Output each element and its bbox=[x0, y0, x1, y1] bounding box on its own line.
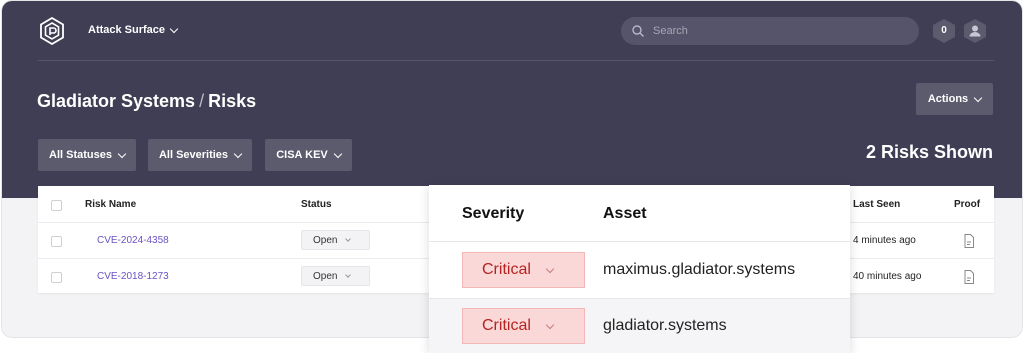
status-value: Open bbox=[313, 270, 338, 282]
status-value: Open bbox=[313, 234, 338, 246]
column-status[interactable]: Status bbox=[301, 199, 332, 210]
app-name-label: Attack Surface bbox=[88, 24, 166, 36]
file-icon[interactable] bbox=[962, 233, 976, 249]
chevron-down-icon bbox=[545, 320, 555, 329]
user-avatar[interactable] bbox=[963, 18, 987, 44]
filter-severities-label: All Severities bbox=[158, 149, 229, 161]
row-divider bbox=[429, 241, 850, 242]
filter-cisa-kev[interactable]: CISA KEV bbox=[265, 139, 352, 171]
breadcrumb-org[interactable]: Gladiator Systems bbox=[37, 91, 195, 111]
severity-value: Critical bbox=[482, 317, 531, 334]
header-divider bbox=[38, 60, 994, 61]
chevron-down-icon bbox=[333, 149, 343, 158]
logo-icon[interactable] bbox=[38, 17, 66, 45]
chevron-down-icon bbox=[545, 264, 555, 273]
actions-label: Actions bbox=[927, 93, 969, 105]
app-switcher[interactable]: Attack Surface bbox=[88, 24, 179, 36]
column-asset[interactable]: Asset bbox=[603, 205, 647, 223]
last-seen-value: 40 minutes ago bbox=[853, 271, 922, 282]
chevron-down-icon bbox=[973, 93, 983, 102]
breadcrumb-separator: / bbox=[199, 91, 205, 111]
search-bar[interactable] bbox=[621, 17, 919, 45]
severity-dropdown[interactable]: Critical bbox=[462, 252, 585, 288]
notification-count: 0 bbox=[941, 25, 947, 36]
filter-severities[interactable]: All Severities bbox=[148, 139, 252, 171]
asset-value[interactable]: gladiator.systems bbox=[603, 317, 727, 335]
breadcrumb-section: Risks bbox=[208, 91, 257, 111]
row-checkbox[interactable] bbox=[51, 236, 62, 247]
header-area: Attack Surface 0 Gladiator Sy bbox=[2, 1, 1022, 198]
search-icon bbox=[632, 25, 644, 37]
asset-value[interactable]: maximus.gladiator.systems bbox=[603, 261, 795, 279]
last-seen-value: 4 minutes ago bbox=[853, 235, 916, 246]
filter-statuses[interactable]: All Statuses bbox=[38, 139, 136, 171]
select-all-checkbox[interactable] bbox=[51, 200, 62, 211]
file-icon[interactable] bbox=[962, 269, 976, 285]
search-input[interactable] bbox=[651, 24, 895, 38]
chevron-down-icon bbox=[345, 235, 352, 242]
status-dropdown[interactable]: Open bbox=[301, 266, 370, 286]
risk-name-link[interactable]: CVE-2024-4358 bbox=[97, 235, 169, 246]
chevron-down-icon bbox=[233, 149, 243, 158]
user-icon bbox=[964, 19, 986, 43]
risk-name-link[interactable]: CVE-2018-1273 bbox=[97, 271, 169, 282]
column-risk-name[interactable]: Risk Name bbox=[85, 199, 136, 210]
severity-value: Critical bbox=[482, 261, 531, 278]
status-dropdown[interactable]: Open bbox=[301, 230, 370, 250]
actions-button[interactable]: Actions bbox=[916, 83, 993, 115]
chevron-down-icon bbox=[117, 149, 127, 158]
column-last-seen[interactable]: Last Seen bbox=[853, 199, 900, 210]
chevron-down-icon bbox=[169, 24, 179, 33]
column-proof[interactable]: Proof bbox=[954, 199, 980, 210]
filter-cisa-kev-label: CISA KEV bbox=[276, 149, 328, 161]
severity-asset-zoom-panel: Severity Asset Critical maximus.gladiato… bbox=[429, 185, 850, 353]
page-title: Gladiator Systems / Risks bbox=[37, 91, 256, 112]
risks-count: 2 Risks Shown bbox=[865, 142, 993, 162]
chevron-down-icon bbox=[345, 271, 352, 278]
column-severity[interactable]: Severity bbox=[462, 205, 524, 223]
filter-statuses-label: All Statuses bbox=[49, 149, 112, 161]
row-checkbox[interactable] bbox=[51, 272, 62, 283]
notification-button[interactable]: 0 bbox=[932, 18, 956, 44]
severity-dropdown[interactable]: Critical bbox=[462, 308, 585, 344]
row-divider bbox=[429, 298, 850, 299]
